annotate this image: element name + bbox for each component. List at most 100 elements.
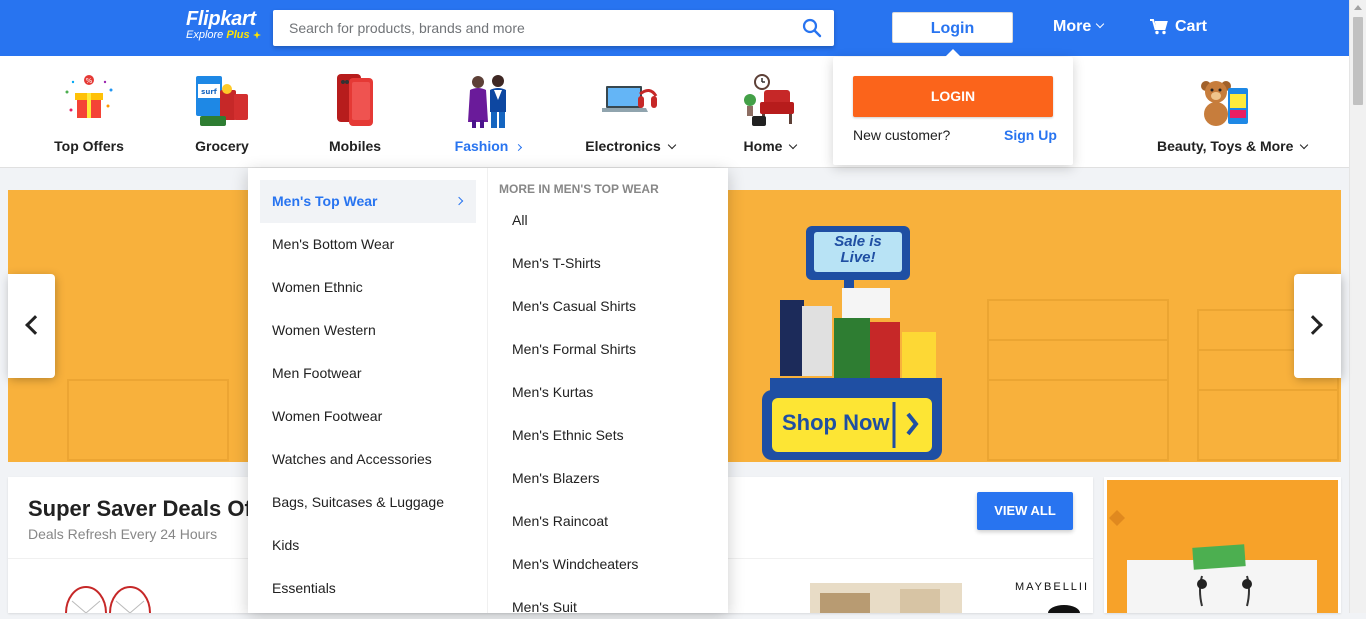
logo-sub-plus: Plus: [226, 29, 250, 41]
fashion-menu-item-bags[interactable]: Bags, Suitcases & Luggage: [260, 481, 476, 524]
category-beauty-toys[interactable]: Beauty, Toys & More: [1157, 56, 1309, 168]
popup-login-button[interactable]: LOGIN: [853, 76, 1053, 117]
sale-sign-line-1: Sale is: [834, 233, 882, 250]
home-icon: [744, 74, 794, 126]
furniture-product-image[interactable]: [810, 583, 962, 613]
new-customer-text: New customer?: [853, 127, 951, 143]
login-popup: LOGIN New customer? Sign Up: [833, 49, 1073, 165]
subcategory-link[interactable]: Men's Windcheaters: [512, 556, 638, 576]
brand-product-image: [1048, 605, 1080, 613]
category-label: Home: [705, 138, 835, 154]
scroll-thumb[interactable]: [1353, 17, 1363, 105]
logo-subtext: Explore Plus: [186, 29, 261, 41]
subcategory-link[interactable]: Men's Kurtas: [512, 384, 593, 404]
subcategory-link[interactable]: Men's Ethnic Sets: [512, 427, 624, 447]
category-label: Grocery: [195, 138, 249, 154]
fashion-menu-categories: Men's Top Wear Men's Bottom Wear Women E…: [248, 168, 488, 613]
mobiles-icon: [337, 74, 373, 126]
chevron-right-icon: [454, 196, 464, 206]
fashion-menu-item-women-western[interactable]: Women Western: [260, 309, 476, 352]
fashion-menu-item-mens-top-wear[interactable]: Men's Top Wear: [260, 180, 476, 223]
subcategory-link[interactable]: All: [512, 212, 528, 232]
fashion-menu-item-mens-bottom-wear[interactable]: Men's Bottom Wear: [260, 223, 476, 266]
category-mobiles[interactable]: Mobiles: [290, 56, 420, 168]
view-all-button[interactable]: VIEW ALL: [977, 492, 1073, 530]
chevron-right-icon: [1303, 315, 1323, 335]
category-grocery[interactable]: surf Grocery: [157, 56, 287, 168]
chevron-down-icon: [789, 140, 798, 150]
chevron-left-icon: [25, 315, 45, 335]
subcategory-link[interactable]: Men's Formal Shirts: [512, 341, 636, 361]
search-icon: [802, 18, 822, 38]
category-label: Beauty, Toys & More: [1157, 138, 1309, 154]
search-button[interactable]: [802, 18, 822, 38]
category-home[interactable]: Home: [705, 56, 835, 168]
subcategory-link[interactable]: Men's T-Shirts: [512, 255, 601, 275]
fashion-menu-item-men-footwear[interactable]: Men Footwear: [260, 352, 476, 395]
banner-next-button[interactable]: [1294, 274, 1341, 378]
badminton-product-image[interactable]: [58, 581, 158, 613]
category-label: Top Offers: [54, 138, 124, 154]
beauty-toys-icon: [1201, 81, 1248, 126]
category-label: Fashion: [423, 138, 553, 154]
banner-prev-button[interactable]: [8, 274, 55, 378]
subcategory-link[interactable]: Men's Blazers: [512, 470, 599, 490]
category-label-text: Beauty, Toys & More: [1157, 138, 1294, 154]
side-ad-image: [1107, 480, 1338, 613]
fashion-menu-item-essentials[interactable]: Essentials: [260, 567, 476, 610]
chevron-up-icon: [515, 143, 523, 152]
earphones-ad-illustration: [1109, 510, 1317, 613]
page-scrollbar[interactable]: [1349, 0, 1366, 613]
fashion-menu-subcategories: MORE IN MEN'S TOP WEAR All Men's T-Shirt…: [488, 168, 728, 615]
fashion-menu-item-women-footwear[interactable]: Women Footwear: [260, 395, 476, 438]
logo-text: Flipkart: [186, 8, 256, 30]
plus-icon: [252, 31, 261, 40]
search-bar: [273, 10, 834, 46]
svg-text:%: %: [86, 77, 93, 85]
category-strip: % Top Offers surf Grocery Mobiles Fashio…: [0, 56, 1349, 168]
subcategory-heading: MORE IN MEN'S TOP WEAR: [499, 182, 659, 196]
flipkart-logo[interactable]: Flipkart Explore Plus: [186, 8, 261, 41]
category-label-text: Electronics: [585, 138, 661, 154]
chevron-down-icon: [1300, 140, 1309, 150]
popup-caret: [945, 49, 961, 57]
side-advertisement[interactable]: [1104, 477, 1341, 613]
brand-logo-text[interactable]: MAYBELLII: [1015, 581, 1089, 593]
menu-item-label: Men's Top Wear: [272, 193, 378, 209]
svg-text:surf: surf: [201, 88, 218, 96]
category-label-text: Home: [743, 138, 783, 154]
scroll-up-icon[interactable]: [1354, 5, 1362, 10]
category-label-text: Fashion: [454, 138, 509, 154]
fashion-icon: [468, 75, 506, 128]
sign-up-link[interactable]: Sign Up: [1004, 127, 1057, 143]
subcategory-link[interactable]: Men's Casual Shirts: [512, 298, 636, 318]
fashion-menu-item-kids[interactable]: Kids: [260, 524, 476, 567]
search-input[interactable]: [273, 10, 783, 46]
grocery-icon: surf: [196, 76, 248, 126]
more-menu[interactable]: More: [1053, 18, 1105, 36]
subcategory-link[interactable]: Men's Raincoat: [512, 513, 608, 533]
subcategory-link[interactable]: Men's Suit: [512, 599, 577, 619]
more-label: More: [1053, 18, 1092, 35]
sale-sign-line-2: Live!: [840, 249, 876, 266]
cart-icon: [1150, 19, 1168, 35]
sale-sign-text: Sale is Live!: [828, 234, 888, 266]
logo-sub-explore: Explore: [186, 29, 224, 41]
fashion-menu-item-women-ethnic[interactable]: Women Ethnic: [260, 266, 476, 309]
chevron-down-icon: [667, 140, 676, 150]
shop-now-cta[interactable]: Shop Now: [782, 410, 890, 436]
category-fashion[interactable]: Fashion: [423, 56, 553, 168]
chevron-down-icon: [1095, 19, 1105, 29]
cart-label: Cart: [1175, 18, 1208, 35]
cart-link[interactable]: Cart: [1150, 18, 1207, 36]
fashion-menu-item-watches[interactable]: Watches and Accessories: [260, 438, 476, 481]
category-label: Electronics: [565, 138, 695, 154]
category-electronics[interactable]: Electronics: [565, 56, 695, 168]
category-top-offers[interactable]: % Top Offers: [24, 56, 154, 168]
login-button[interactable]: Login: [892, 12, 1013, 43]
deals-subtitle: Deals Refresh Every 24 Hours: [28, 526, 218, 542]
deals-title: Super Saver Deals Of T: [28, 496, 272, 521]
top-header: Flipkart Explore Plus Login More Cart: [0, 0, 1349, 56]
top-offers-icon: %: [65, 75, 113, 118]
electronics-icon: [602, 86, 658, 112]
